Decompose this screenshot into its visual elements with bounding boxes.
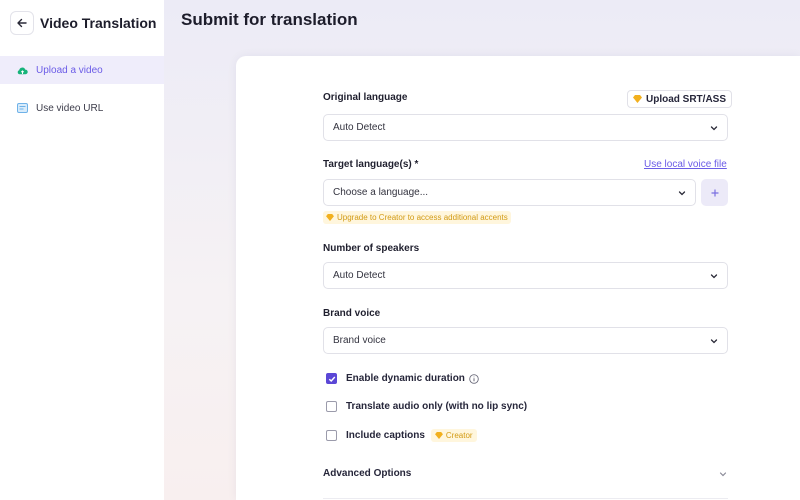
- back-button[interactable]: [10, 11, 34, 35]
- divider: [323, 498, 728, 499]
- add-language-button[interactable]: [701, 179, 728, 206]
- include-captions-label: Include captions: [346, 430, 425, 441]
- brand-voice-select[interactable]: Brand voice: [323, 327, 728, 354]
- target-language-select[interactable]: Choose a language...: [323, 179, 696, 206]
- upgrade-note-text: Upgrade to Creator to access additional …: [337, 213, 508, 222]
- use-local-voice-link[interactable]: Use local voice file: [644, 159, 727, 170]
- advanced-options-toggle[interactable]: Advanced Options: [323, 468, 728, 482]
- cloud-upload-icon: [16, 64, 28, 76]
- premium-gem-icon: [434, 432, 443, 439]
- sidebar-item-video-url[interactable]: Use video URL: [0, 94, 164, 122]
- dynamic-duration-label: Enable dynamic duration: [346, 373, 465, 384]
- chevron-down-icon: [710, 339, 718, 344]
- page-title: Submit for translation: [181, 10, 358, 29]
- upload-srt-button[interactable]: Upload SRT/ASS: [627, 90, 733, 108]
- target-language-placeholder: Choose a language...: [333, 187, 429, 198]
- video-url-icon: [16, 102, 28, 114]
- chevron-down-icon: [719, 472, 727, 477]
- info-icon[interactable]: [469, 373, 479, 384]
- speakers-select[interactable]: Auto Detect: [323, 262, 728, 289]
- brand-voice-label: Brand voice: [323, 308, 381, 319]
- target-language-label: Target language(s) *: [323, 159, 419, 170]
- speakers-value: Auto Detect: [333, 270, 386, 281]
- sidebar-title: Video Translation: [40, 15, 157, 31]
- upload-srt-label: Upload SRT/ASS: [646, 93, 727, 105]
- dynamic-duration-option[interactable]: Enable dynamic duration: [326, 373, 479, 384]
- original-language-label: Original language: [323, 92, 408, 103]
- checkmark-icon: [328, 376, 335, 382]
- premium-gem-icon: [633, 95, 642, 103]
- sidebar-item-label: Use video URL: [36, 102, 104, 114]
- translate-audio-only-label: Translate audio only (with no lip sync): [346, 401, 528, 412]
- premium-gem-icon: [326, 214, 334, 221]
- translate-audio-only-checkbox[interactable]: [326, 401, 337, 412]
- include-captions-option[interactable]: Include captions Creator: [326, 429, 477, 442]
- original-language-select[interactable]: Auto Detect: [323, 114, 728, 141]
- sidebar: Video Translation Upload a video Use vid…: [0, 0, 164, 500]
- chevron-down-icon: [710, 126, 718, 131]
- chevron-down-icon: [710, 274, 718, 279]
- brand-voice-value: Brand voice: [333, 335, 386, 346]
- sidebar-item-label: Upload a video: [36, 64, 103, 76]
- translate-audio-only-option[interactable]: Translate audio only (with no lip sync): [326, 401, 527, 412]
- dynamic-duration-checkbox[interactable]: [326, 373, 337, 384]
- creator-badge-label: Creator: [445, 431, 473, 440]
- sidebar-item-upload-video[interactable]: Upload a video: [0, 56, 164, 84]
- chevron-down-icon: [678, 191, 686, 196]
- original-language-value: Auto Detect: [333, 122, 386, 133]
- sidebar-header: Video Translation: [0, 0, 164, 46]
- upgrade-creator-note[interactable]: Upgrade to Creator to access additional …: [323, 211, 511, 224]
- advanced-options-label: Advanced Options: [323, 468, 412, 479]
- include-captions-checkbox[interactable]: [326, 430, 337, 441]
- speakers-label: Number of speakers: [323, 243, 420, 254]
- plus-icon: [711, 189, 718, 196]
- arrow-left-icon: [17, 18, 27, 28]
- creator-badge: Creator: [430, 429, 477, 442]
